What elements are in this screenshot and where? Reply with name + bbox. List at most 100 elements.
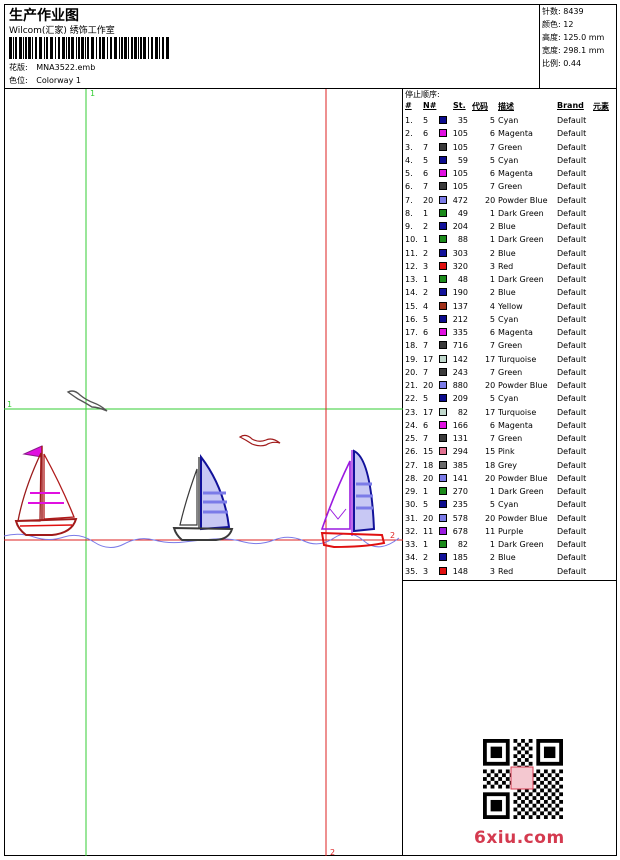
row-index: 31. xyxy=(405,513,418,523)
table-title: 停止顺序: xyxy=(405,90,440,99)
row-needle: 4 xyxy=(423,301,429,311)
bird-right xyxy=(238,434,281,447)
row-brand: Default xyxy=(557,301,587,311)
row-index: 10. xyxy=(405,235,418,245)
width-value: 298.1 mm xyxy=(563,46,605,55)
color-swatch xyxy=(439,487,447,495)
row-brand: Default xyxy=(557,235,587,245)
row-brand: Default xyxy=(557,169,587,178)
row-needle: 7 xyxy=(423,182,429,192)
color-swatch xyxy=(439,275,447,283)
table-row: 33. 1 82 1 Dark Green Default xyxy=(403,538,617,551)
row-stitches: 185 xyxy=(452,553,468,563)
color-swatch xyxy=(439,195,447,204)
row-brand: Default xyxy=(557,367,587,377)
row-index: 24. xyxy=(405,420,418,430)
table-row: 24. 6 166 6 Magenta Default xyxy=(403,419,617,432)
row-description: Red xyxy=(498,566,514,576)
row-stitches: 105 xyxy=(452,182,468,192)
row-index: 33. xyxy=(405,540,418,549)
row-stitches: 716 xyxy=(452,341,468,351)
sailboat-right xyxy=(320,449,386,549)
table-row: 13. 1 48 1 Dark Green Default xyxy=(403,273,617,286)
row-brand: Default xyxy=(557,328,587,337)
table-row: 9. 2 204 2 Blue Default xyxy=(403,220,617,233)
color-swatch xyxy=(439,142,447,151)
row-index: 32. xyxy=(405,526,418,536)
row-index: 16. xyxy=(405,314,418,324)
row-stitches: 105 xyxy=(452,129,468,139)
table-row: 4. 5 59 5 Cyan Default xyxy=(403,154,617,167)
row-needle: 7 xyxy=(423,341,429,351)
row-brand: Default xyxy=(557,566,587,576)
row-needle: 5 xyxy=(423,500,429,510)
row-needle: 1 xyxy=(423,208,429,218)
table-row: 3. 7 105 7 Green Default xyxy=(403,141,617,154)
table-row: 29. 1 270 1 Dark Green Default xyxy=(403,485,617,498)
row-code: 20 xyxy=(485,473,496,483)
table-row: 17. 6 335 6 Magenta Default xyxy=(403,326,617,339)
row-stitches: 235 xyxy=(452,500,468,510)
table-row: 34. 2 185 2 Blue Default xyxy=(403,551,617,564)
row-code: 3 xyxy=(489,566,495,576)
row-code: 6 xyxy=(489,169,495,178)
row-description: Magenta xyxy=(498,420,533,430)
row-description: Red xyxy=(498,261,514,271)
bird-left xyxy=(66,390,108,412)
col-header-description: 描述 xyxy=(498,102,514,111)
colors-label: 颜色: xyxy=(542,20,561,29)
row-index: 19. xyxy=(405,354,418,364)
color-swatch xyxy=(439,513,447,522)
row-needle: 1 xyxy=(423,487,429,496)
row-index: 12. xyxy=(405,261,418,271)
start-marker-left: 1 xyxy=(7,400,12,409)
row-needle: 7 xyxy=(423,434,429,443)
row-description: Dark Green xyxy=(498,487,544,496)
colorway-line: 色位: Colorway 1 xyxy=(9,75,81,86)
color-swatch xyxy=(439,566,447,575)
row-description: Cyan xyxy=(498,155,519,165)
row-code: 1 xyxy=(489,540,495,549)
row-stitches: 166 xyxy=(452,420,468,430)
barcode xyxy=(9,37,169,59)
table-row: 22. 5 209 5 Cyan Default xyxy=(403,392,617,405)
color-swatch xyxy=(439,129,447,138)
row-description: Green xyxy=(498,341,523,351)
row-stitches: 209 xyxy=(452,394,468,404)
table-row: 20. 7 243 7 Green Default xyxy=(403,366,617,379)
color-swatch xyxy=(439,420,447,429)
width-stat: 宽度: 298.1 mm xyxy=(542,45,604,56)
row-brand: Default xyxy=(557,142,587,152)
color-swatch xyxy=(439,182,447,191)
stop-sequence-table: 停止顺序: # N# St. 代码 描述 Brand 元素 1. 5 35 5 Cyan… xyxy=(403,89,617,581)
row-brand: Default xyxy=(557,381,587,390)
design-canvas: 1 1 2 2 xyxy=(3,89,403,857)
table-row: 28. 20 141 20 Powder Blue Default xyxy=(403,472,617,485)
row-brand: Default xyxy=(557,314,587,324)
table-row: 30. 5 235 5 Cyan Default xyxy=(403,498,617,511)
row-index: 21. xyxy=(405,381,418,390)
row-code: 2 xyxy=(489,553,495,563)
row-brand: Default xyxy=(557,129,587,139)
row-stitches: 141 xyxy=(452,473,468,483)
row-brand: Default xyxy=(557,420,587,430)
row-needle: 11 xyxy=(423,526,434,536)
row-needle: 20 xyxy=(423,381,434,390)
design-line: 花版: MNA3522.emb xyxy=(9,62,95,73)
row-needle: 5 xyxy=(423,394,429,404)
row-code: 5 xyxy=(489,500,495,510)
row-stitches: 82 xyxy=(457,540,468,549)
row-index: 13. xyxy=(405,275,418,284)
row-stitches: 88 xyxy=(457,235,468,245)
sailboat-left xyxy=(14,445,78,536)
watermark: 6xiu.com xyxy=(474,828,565,848)
table-row: 18. 7 716 7 Green Default xyxy=(403,339,617,352)
row-index: 2. xyxy=(405,129,413,139)
row-needle: 3 xyxy=(423,261,429,271)
row-index: 35. xyxy=(405,566,418,576)
row-brand: Default xyxy=(557,487,587,496)
row-description: Dark Green xyxy=(498,235,544,245)
row-brand: Default xyxy=(557,553,587,563)
table-row: 10. 1 88 1 Dark Green Default xyxy=(403,233,617,246)
row-code: 1 xyxy=(489,487,495,496)
